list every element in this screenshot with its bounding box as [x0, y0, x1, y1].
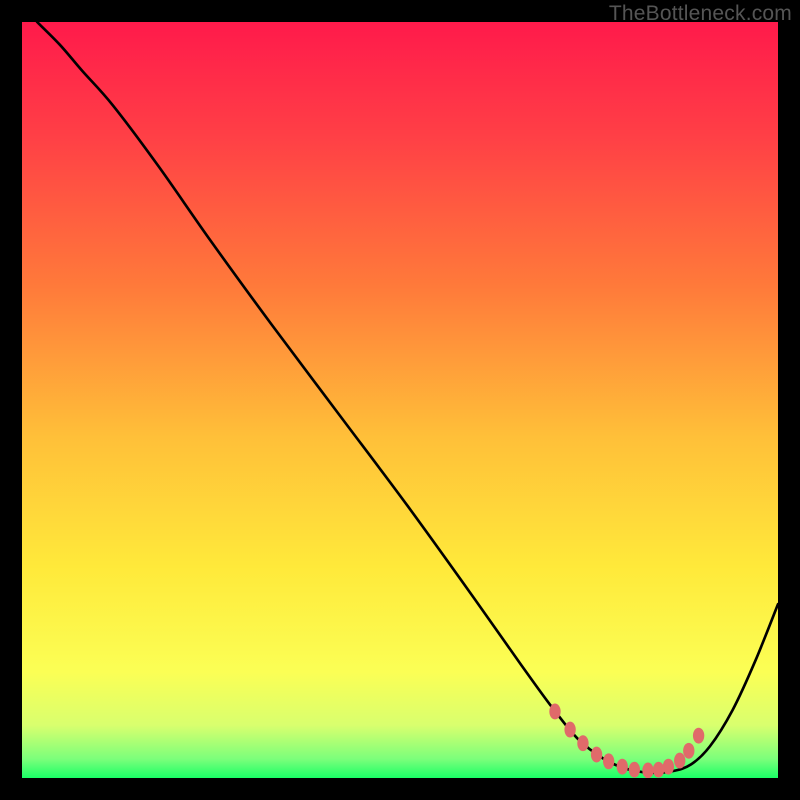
highlight-dot	[629, 762, 640, 778]
chart-container: TheBottleneck.com	[0, 0, 800, 800]
highlight-dot	[603, 753, 614, 769]
highlight-dot	[564, 722, 575, 738]
watermark-text: TheBottleneck.com	[609, 2, 792, 26]
highlight-dot	[653, 762, 664, 778]
highlight-dot	[617, 759, 628, 775]
highlight-dot	[549, 704, 560, 720]
highlight-dot	[591, 747, 602, 763]
highlight-dot	[577, 735, 588, 751]
bottleneck-curve	[22, 22, 778, 778]
highlight-dot	[663, 759, 674, 775]
highlight-dot	[693, 728, 704, 744]
highlight-dot	[683, 743, 694, 759]
highlight-dot	[642, 763, 653, 778]
highlight-dot	[674, 753, 685, 769]
plot-area	[22, 22, 778, 778]
